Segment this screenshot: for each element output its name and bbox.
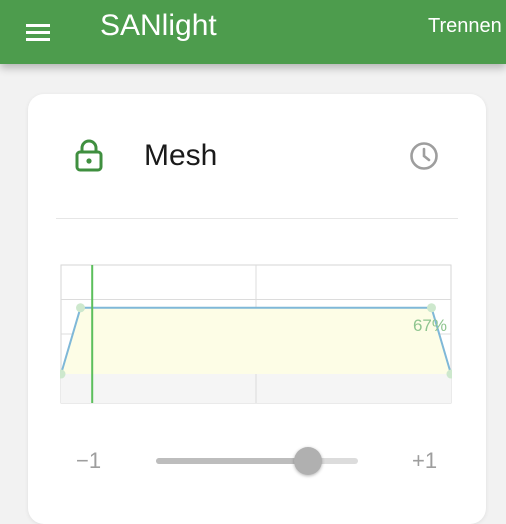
app-title: SANlight [100,9,217,42]
offset-slider[interactable] [156,447,358,475]
disconnect-button[interactable]: Trennen [428,14,502,38]
chart-point-2[interactable] [427,303,436,313]
chart-point-1[interactable] [76,303,85,313]
card-title: Mesh [144,139,218,172]
slider-min-label: −1 [76,448,102,473]
chart-annotation-label: 67% [413,316,447,335]
hamburger-menu-icon[interactable] [22,16,54,48]
app-bar: SANlight Trennen [0,0,506,64]
light-schedule-chart[interactable]: 67% [60,264,452,404]
slider-thumb[interactable] [293,447,322,475]
device-card: Mesh 67% −1 +1 [28,94,486,524]
lock-icon[interactable] [74,138,104,172]
clock-icon[interactable] [408,140,440,172]
chart-area [61,307,451,374]
slider-max-label: +1 [412,448,438,473]
slider-fill [156,458,308,464]
divider [56,218,458,219]
